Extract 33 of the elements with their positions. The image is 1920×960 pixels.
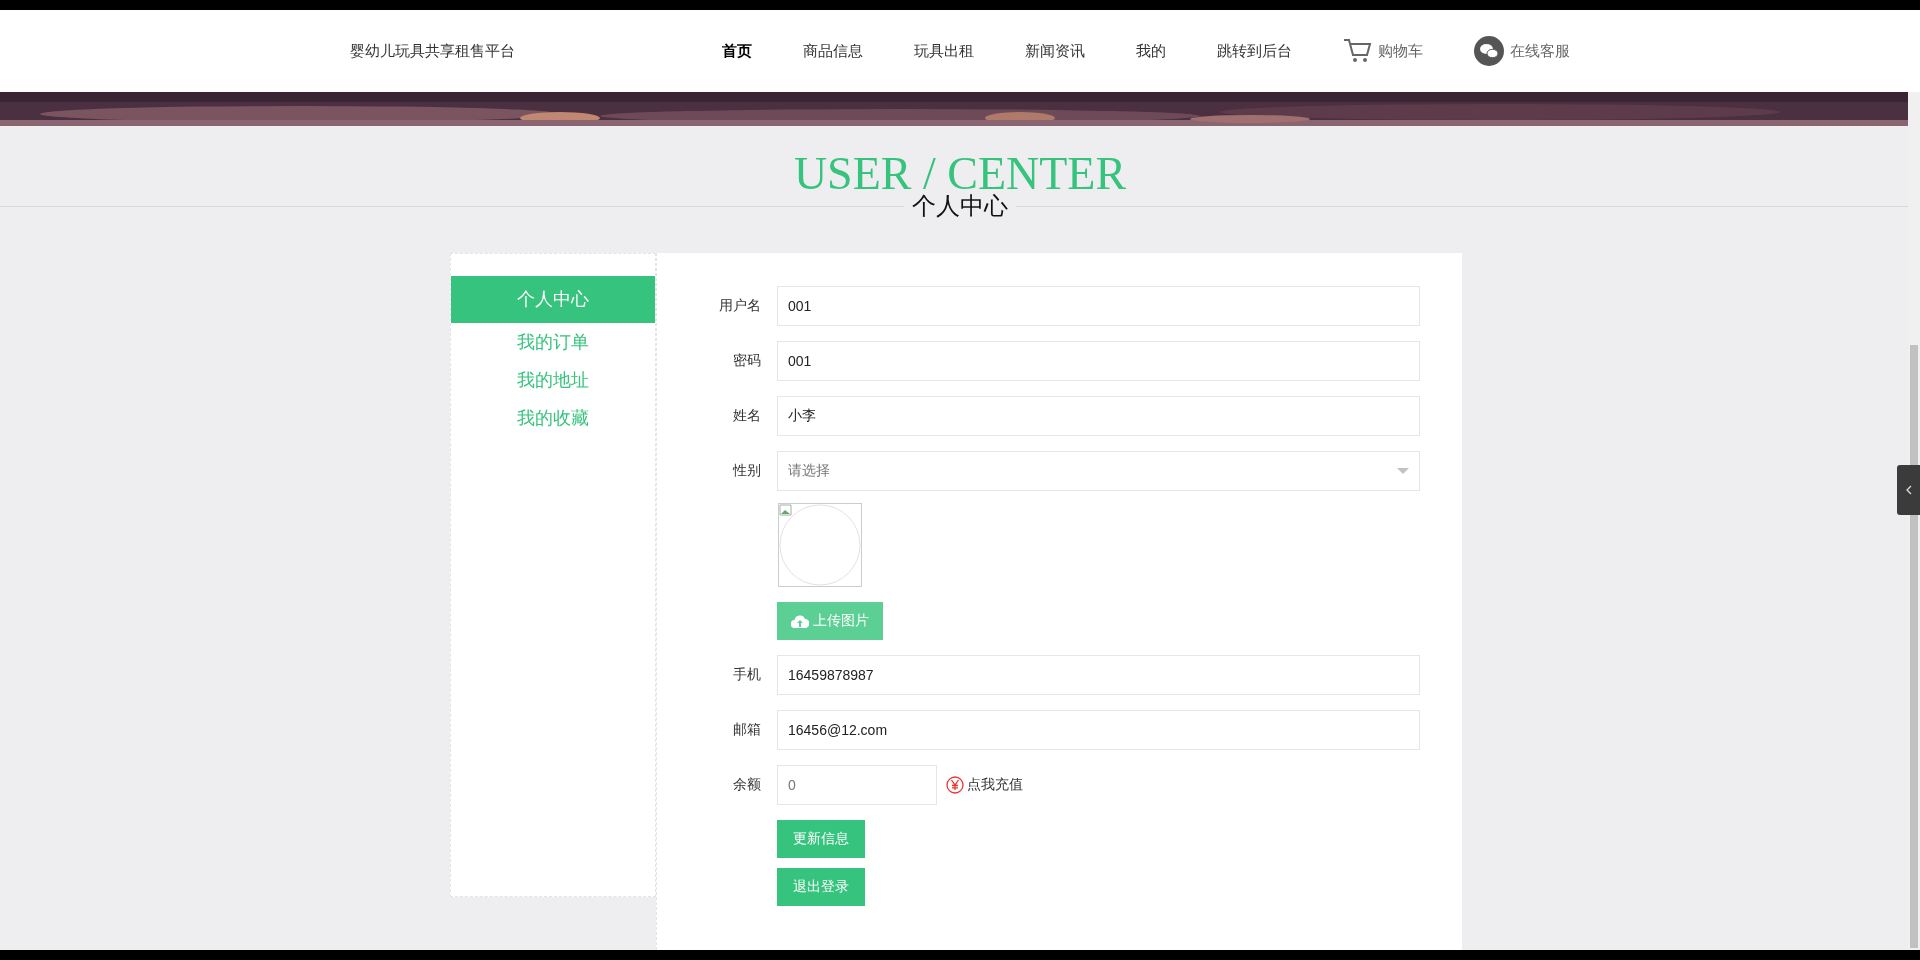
nav-link[interactable]: 玩具出租	[914, 41, 974, 61]
input-field[interactable]: 小李	[777, 396, 1420, 436]
input-field[interactable]: 16456@12.com	[777, 710, 1420, 750]
field-label: 余额	[732, 776, 762, 794]
cart-link[interactable]: 购物车	[1378, 41, 1423, 61]
chat-icon[interactable]	[1474, 36, 1504, 66]
side-toggle[interactable]	[1897, 465, 1920, 515]
service-link[interactable]: 在线客服	[1510, 41, 1570, 61]
scrollbar-thumb[interactable]	[1910, 345, 1918, 948]
site-title: 婴幼儿玩具共享租售平台	[350, 41, 516, 61]
field-label: 性别	[731, 462, 762, 480]
select-field[interactable]: 请选择	[777, 451, 1420, 491]
yen-icon	[946, 776, 964, 794]
field-label: 密码	[732, 352, 762, 370]
input-field[interactable]: 0	[777, 765, 937, 805]
cloud-upload-icon	[791, 614, 809, 628]
nav-link[interactable]: 新闻资讯	[1025, 41, 1085, 61]
field-label: 姓名	[732, 407, 762, 425]
recharge-link[interactable]: 点我充值	[946, 776, 1023, 794]
nav-link[interactable]: 商品信息	[803, 41, 863, 61]
broken-image-icon	[779, 504, 792, 516]
cart-icon[interactable]	[1343, 38, 1372, 64]
field-label: 邮箱	[732, 721, 762, 739]
input-field[interactable]: 16459878987	[777, 655, 1420, 695]
field-label: 用户名	[718, 297, 762, 315]
chevron-left-icon	[1905, 485, 1912, 495]
nav-link[interactable]: 跳转到后台	[1217, 41, 1292, 61]
field-label: 手机	[732, 666, 762, 684]
caret-icon	[1397, 468, 1409, 474]
input-field[interactable]: 001	[777, 341, 1420, 381]
nav-link[interactable]: 首页	[722, 41, 752, 61]
nav-link[interactable]: 我的	[1136, 41, 1166, 61]
input-field[interactable]: 001	[777, 286, 1420, 326]
